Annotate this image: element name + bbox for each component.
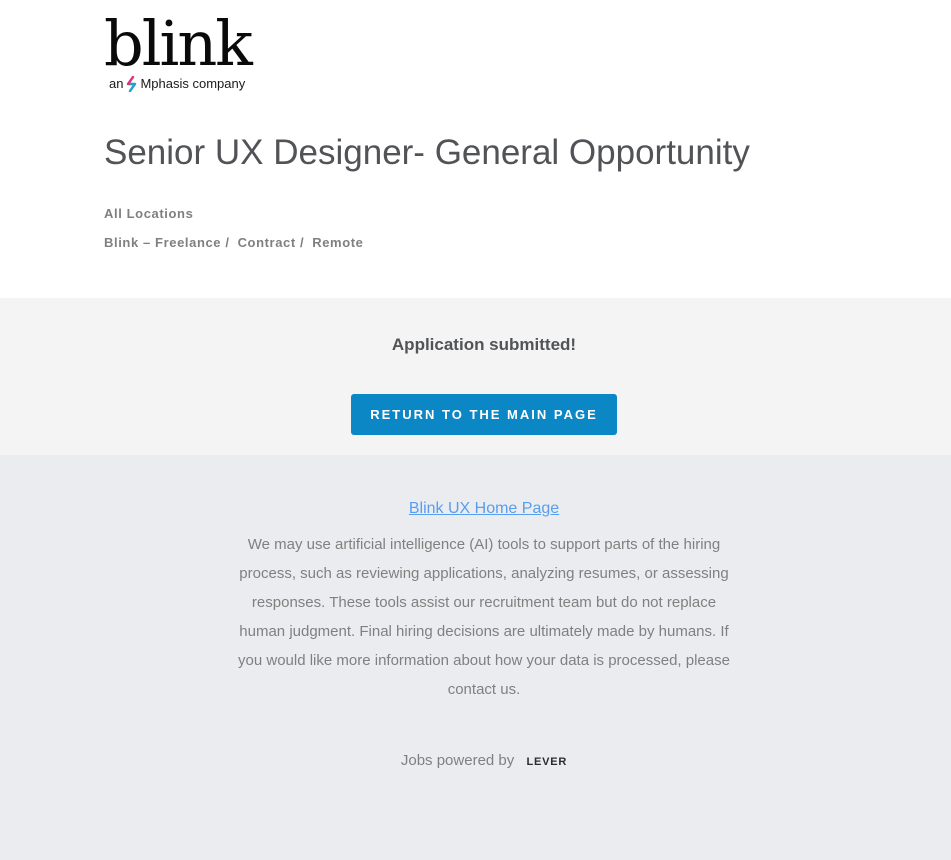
category-team: Blink – Freelance / <box>104 235 230 250</box>
home-page-link[interactable]: Blink UX Home Page <box>409 500 559 517</box>
logo-wordmark: blink <box>104 7 253 80</box>
ai-notice-text: We may use artificial intelligence (AI) … <box>238 536 730 698</box>
page-header: blink an Mphasis company Senior UX Desig… <box>0 0 951 298</box>
blink-logo[interactable]: blink an Mphasis company <box>104 10 279 96</box>
page-footer: Blink UX Home Page We may use artificial… <box>0 455 951 860</box>
footer-home-link-wrapper: Blink UX Home Page <box>0 498 951 520</box>
job-categories: Blink – Freelance / Contract / Remote <box>104 235 372 251</box>
submitted-message: Application submitted! <box>391 335 577 354</box>
mphasis-logo-icon <box>127 76 137 92</box>
job-title: Senior UX Designer- General Opportunity <box>104 133 750 172</box>
category-workplace: Remote <box>312 235 364 250</box>
locations-label: All Locations <box>104 206 194 221</box>
powered-by-label: Jobs powered by <box>400 752 515 769</box>
application-confirmation: Application submitted! RETURN TO THE MAI… <box>0 298 951 455</box>
logo-tagline-prefix: an <box>109 76 124 91</box>
logo-tagline: an Mphasis company <box>109 76 245 92</box>
category-commitment: Contract / <box>237 235 305 250</box>
powered-by: Jobs powered by LEVER <box>0 751 951 772</box>
return-to-main-page-button[interactable]: RETURN TO THE MAIN PAGE <box>351 394 617 435</box>
logo-tagline-company: Mphasis company <box>140 76 246 91</box>
lever-logo[interactable]: LEVER <box>526 752 567 772</box>
